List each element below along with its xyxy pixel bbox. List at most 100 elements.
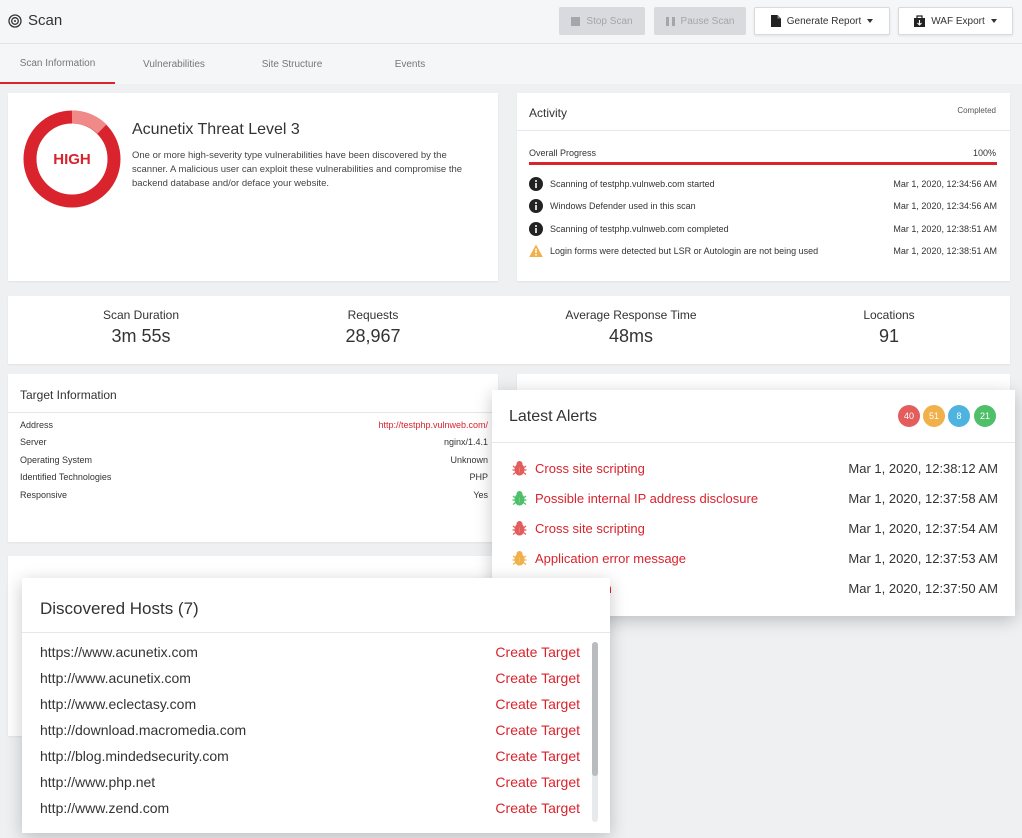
target-info-title: Target Information: [20, 388, 117, 402]
host-url: http://blog.mindedsecurity.com: [40, 748, 229, 764]
latest-alerts-title: Latest Alerts: [509, 408, 598, 425]
pause-scan-label: Pause Scan: [680, 15, 735, 27]
stat-value: 28,967: [345, 326, 401, 346]
stat-label: Scan Duration: [102, 308, 180, 322]
alert-link[interactable]: Application error message: [535, 551, 848, 566]
severity-badge-medium[interactable]: 51: [923, 405, 945, 427]
create-target-button[interactable]: Create Target: [495, 748, 580, 764]
create-target-button[interactable]: Create Target: [495, 696, 580, 712]
stat-label: Average Response Time: [565, 308, 697, 322]
tab-label: Events: [394, 58, 426, 70]
create-target-button[interactable]: Create Target: [495, 670, 580, 686]
host-row: http://www.acunetix.com Create Target: [40, 668, 580, 688]
activity-item: Login forms were detected but LSR or Aut…: [529, 242, 997, 260]
activity-title: Activity: [529, 106, 568, 120]
stat-locations: Locations 91: [764, 308, 1014, 347]
target-info-row: Server nginx/1.4.1: [20, 437, 488, 453]
target-info-label: Server: [20, 437, 47, 447]
host-row: http://blog.mindedsecurity.com Create Ta…: [40, 746, 580, 766]
host-url: https://www.acunetix.com: [40, 644, 198, 660]
info-icon: [529, 199, 543, 213]
stat-value: 3m 55s: [111, 326, 171, 346]
target-info-label: Operating System: [20, 455, 93, 465]
threat-description: One or more high-severity type vulnerabi…: [132, 150, 463, 189]
page-title: Scan: [8, 12, 62, 29]
host-row: http://download.macromedia.com Create Ta…: [40, 720, 580, 740]
alert-link[interactable]: Cross site scripting: [535, 521, 848, 536]
activity-message: Scanning of testphp.vulnweb.com started: [550, 179, 715, 189]
target-info-value: Unknown: [450, 455, 488, 465]
bug-icon: [512, 520, 527, 535]
target-info-label: Address: [20, 420, 54, 430]
pause-scan-button[interactable]: Pause Scan: [654, 7, 746, 35]
severity-badge-low[interactable]: 8: [948, 405, 970, 427]
create-target-button[interactable]: Create Target: [495, 722, 580, 738]
create-target-button[interactable]: Create Target: [495, 644, 580, 660]
divider: [492, 442, 1015, 443]
divider: [8, 412, 498, 413]
host-url: http://www.acunetix.com: [40, 670, 191, 686]
activity-header: Activity Completed: [517, 93, 1010, 131]
target-info-row: Responsive Yes: [20, 490, 488, 506]
alert-link[interactable]: Possible internal IP address disclosure: [535, 491, 848, 506]
tab-vulnerabilities[interactable]: Vulnerabilities: [115, 44, 233, 84]
export-icon: [914, 15, 926, 27]
progress-fill: [529, 162, 997, 165]
tab-events[interactable]: Events: [351, 44, 469, 84]
scan-stats-card: Scan Duration 3m 55s Requests 28,967 Ave…: [8, 296, 1010, 364]
severity-badge-info[interactable]: 21: [974, 405, 996, 427]
alert-time: Mar 1, 2020, 12:37:54 AM: [848, 520, 998, 536]
activity-card: Activity Completed Overall Progress 100%…: [517, 93, 1010, 281]
tab-scan-information[interactable]: Scan Information: [0, 44, 115, 84]
threat-gauge: HIGH: [23, 110, 121, 208]
generate-report-button[interactable]: Generate Report: [754, 7, 890, 35]
info-icon: [529, 222, 543, 236]
stop-scan-button[interactable]: Stop Scan: [559, 7, 645, 35]
progress-percent: 100%: [972, 148, 996, 158]
bug-icon: [512, 460, 527, 475]
divider: [22, 632, 610, 633]
stat-scan-duration: Scan Duration 3m 55s: [16, 308, 266, 347]
target-information-card: Target Information Address http://testph…: [8, 374, 498, 542]
discovered-hosts-panel: Discovered Hosts (7) https://www.acuneti…: [22, 578, 610, 833]
alert-time: Mar 1, 2020, 12:37:58 AM: [848, 490, 998, 506]
stat-average-response-time: Average Response Time 48ms: [506, 308, 756, 347]
alert-time: Mar 1, 2020, 12:37:53 AM: [848, 550, 998, 566]
target-info-label: Responsive: [20, 490, 68, 500]
alert-link[interactable]: Cross site scripting: [535, 461, 848, 476]
activity-message: Scanning of testphp.vulnweb.com complete…: [550, 224, 729, 234]
waf-export-button[interactable]: WAF Export: [898, 7, 1013, 35]
severity-badge-high[interactable]: 40: [898, 405, 920, 427]
generate-report-label: Generate Report: [786, 15, 862, 27]
activity-item: Windows Defender used in this scan Mar 1…: [529, 197, 997, 215]
host-row: http://www.php.net Create Target: [40, 772, 580, 792]
create-target-button[interactable]: Create Target: [495, 774, 580, 790]
top-bar: Scan Stop Scan Pause Scan Generate Repor…: [0, 0, 1022, 44]
activity-message: Login forms were detected but LSR or Aut…: [550, 246, 819, 256]
stat-label: Locations: [863, 308, 915, 322]
activity-time: Mar 1, 2020, 12:38:51 AM: [893, 246, 997, 256]
host-row: http://www.eclectasy.com Create Target: [40, 694, 580, 714]
scrollbar-thumb[interactable]: [592, 642, 598, 776]
stat-value: 91: [878, 326, 900, 346]
alert-item: Application error message Mar 1, 2020, 1…: [512, 548, 998, 568]
activity-status: Completed: [957, 106, 996, 115]
tab-site-structure[interactable]: Site Structure: [233, 44, 351, 84]
host-row: http://www.zend.com Create Target: [40, 798, 580, 818]
bug-icon: [512, 490, 527, 505]
host-row: https://www.acunetix.com Create Target: [40, 642, 580, 662]
hosts-scrollbar[interactable]: [592, 642, 598, 822]
create-target-button[interactable]: Create Target: [495, 800, 580, 816]
target-info-value: PHP: [469, 472, 488, 482]
target-info-row: Operating System Unknown: [20, 455, 488, 471]
warning-icon: [529, 244, 543, 257]
threat-title: Acunetix Threat Level 3: [132, 121, 300, 138]
page-title-text: Scan: [28, 12, 63, 29]
document-icon: [770, 15, 781, 27]
activity-item: Scanning of testphp.vulnweb.com complete…: [529, 220, 997, 238]
stat-label: Requests: [347, 308, 399, 322]
host-url: http://www.eclectasy.com: [40, 696, 197, 712]
host-url: http://download.macromedia.com: [40, 722, 247, 738]
stop-scan-label: Stop Scan: [586, 15, 633, 27]
target-address-link[interactable]: http://testphp.vulnweb.com/: [378, 420, 488, 436]
